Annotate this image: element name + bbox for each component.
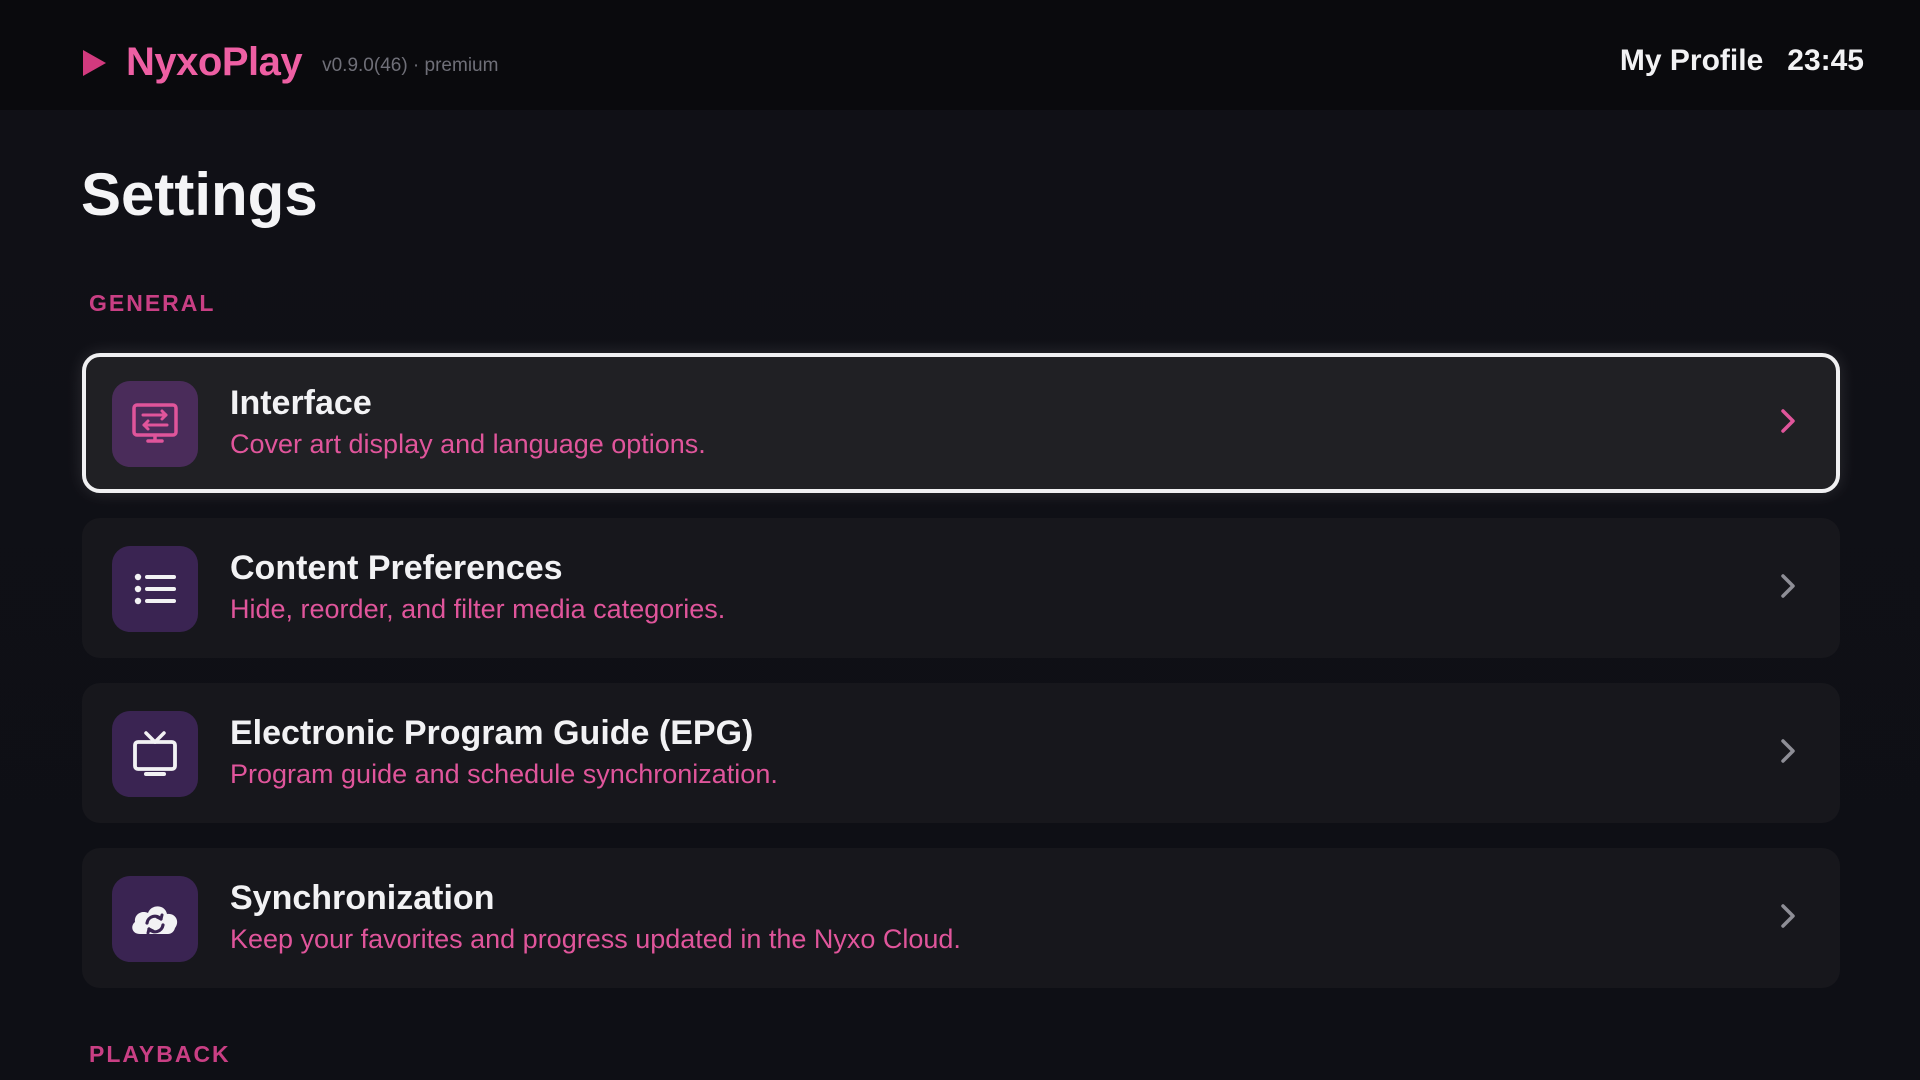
- settings-list: Interface Cover art display and language…: [82, 353, 1840, 1013]
- settings-item-title: Content Preferences: [230, 549, 563, 587]
- clock: 23:45: [1787, 44, 1864, 77]
- settings-item-text: Content Preferences Hide, reorder, and f…: [230, 548, 725, 626]
- settings-item-text: Electronic Program Guide (EPG) Program g…: [230, 713, 778, 791]
- chevron-right-icon: [1781, 739, 1795, 763]
- settings-item-title: Interface: [230, 384, 372, 422]
- app-name: NyxoPlay: [126, 40, 303, 84]
- settings-item-epg[interactable]: Electronic Program Guide (EPG) Program g…: [82, 683, 1840, 823]
- my-profile-button[interactable]: My Profile: [1620, 44, 1763, 78]
- chevron-right-icon: [1781, 904, 1795, 928]
- settings-item-title: Synchronization: [230, 879, 495, 917]
- settings-screen: NyxoPlay v0.9.0(46) · premium My Profile…: [0, 0, 1920, 1080]
- settings-item-description: Keep your favorites and progress updated…: [230, 924, 961, 954]
- brand: NyxoPlay v0.9.0(46) · premium: [80, 40, 498, 85]
- settings-item-text: Interface Cover art display and language…: [230, 383, 706, 461]
- list-icon: [112, 546, 198, 632]
- section-label-playback: PLAYBACK: [89, 1041, 231, 1067]
- top-bar: NyxoPlay v0.9.0(46) · premium My Profile…: [0, 0, 1920, 110]
- header-right: My Profile 23:45: [1620, 44, 1864, 78]
- cloud-sync-icon: [112, 876, 198, 962]
- settings-item-title: Electronic Program Guide (EPG): [230, 714, 754, 752]
- chevron-right-icon: [1781, 409, 1795, 433]
- settings-item-description: Hide, reorder, and filter media categori…: [230, 594, 726, 624]
- app-version: v0.9.0(46) · premium: [322, 54, 499, 76]
- page-title: Settings: [81, 161, 318, 228]
- settings-item-description: Program guide and schedule synchronizati…: [230, 759, 778, 789]
- settings-item-interface[interactable]: Interface Cover art display and language…: [82, 353, 1840, 493]
- settings-item-description: Cover art display and language options.: [230, 429, 706, 459]
- section-label-general: GENERAL: [89, 290, 216, 316]
- chevron-right-icon: [1781, 574, 1795, 598]
- play-icon: [83, 49, 106, 76]
- settings-item-content-preferences[interactable]: Content Preferences Hide, reorder, and f…: [82, 518, 1840, 658]
- monitor-swap-icon: [112, 381, 198, 467]
- settings-item-text: Synchronization Keep your favorites and …: [230, 878, 961, 956]
- tv-icon: [112, 711, 198, 797]
- settings-item-synchronization[interactable]: Synchronization Keep your favorites and …: [82, 848, 1840, 988]
